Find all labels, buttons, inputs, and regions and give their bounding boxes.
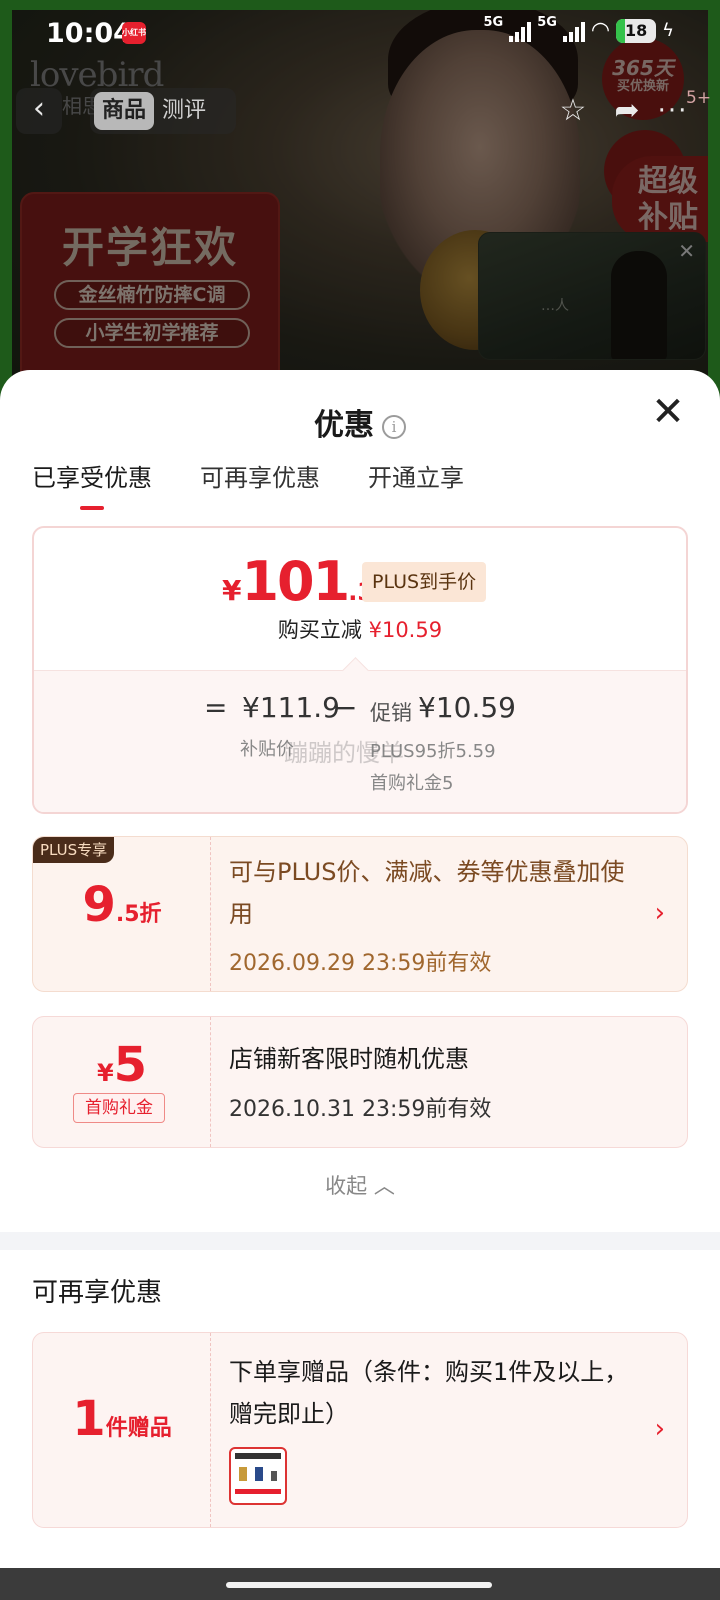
coupon-amount-value: 5	[113, 1037, 148, 1093]
discount-rate: 9.5折	[33, 877, 211, 933]
coupon-value-area: PLUS专享 9.5折	[33, 837, 211, 991]
promotion-value: ¥10.59	[418, 691, 516, 724]
home-indicator[interactable]	[226, 1582, 492, 1588]
price-calculation: = ¥111.9 补贴价 − 促销 ¥10.59 PLUS95折5.59 首购礼…	[34, 670, 686, 812]
network-type-2: 5G	[537, 15, 557, 30]
price-breakdown-card: ¥101.31 PLUS到手价 购买立减 ¥10.59 = ¥111.9 补贴价…	[32, 526, 688, 814]
plus-exclusive-badge: PLUS专享	[33, 837, 115, 863]
plus-price-tag: PLUS到手价	[362, 562, 487, 602]
message-count-badge: 5+	[686, 88, 712, 108]
coupon-description: 店铺新客限时随机优惠	[229, 1045, 469, 1073]
share-icon[interactable]: ➦	[606, 90, 648, 132]
first-purchase-gift-tag: 首购礼金	[73, 1093, 165, 1123]
charging-icon: ϟ	[662, 20, 674, 41]
signal-icon-2	[562, 20, 585, 42]
discount-bottom-sheet: 优惠 i ✕ 已享受优惠 可再享优惠 开通立享 ¥101.31 PLUS到手价 购…	[0, 370, 720, 1600]
gift-thumbnail[interactable]	[229, 1447, 287, 1505]
more-discounts-heading: 可再享优惠	[32, 1278, 163, 1308]
back-button[interactable]: ‹	[16, 88, 62, 134]
coupon-expiry: 2026.09.29 23:59前有效	[229, 951, 492, 976]
chevron-right-icon: ›	[654, 898, 665, 928]
coupon-amount: ¥5	[33, 1037, 211, 1093]
watermark: 蹦蹦的慢羊	[284, 739, 404, 767]
favorite-star-icon[interactable]: ☆	[552, 90, 594, 132]
tab-activate-discounts[interactable]: 开通立享	[368, 462, 464, 512]
wifi-icon: ◠	[590, 18, 611, 43]
product-nav-tabs: 商品 测评	[90, 88, 236, 134]
reduction-value: ¥10.59	[368, 618, 443, 642]
status-time: 10:04	[46, 18, 132, 49]
close-icon[interactable]: ✕	[648, 392, 688, 432]
sheet-title-text: 优惠	[314, 408, 374, 443]
tab-product[interactable]: 商品	[94, 92, 155, 130]
tab-more-discounts[interactable]: 可再享优惠	[200, 462, 320, 512]
coupon-yen: ¥	[96, 1059, 114, 1087]
coupon-expiry: 2026.10.31 23:59前有效	[229, 1097, 492, 1122]
final-price-yen: ¥	[222, 574, 242, 607]
reduction-label: 购买立减	[277, 618, 362, 642]
section-divider	[0, 1232, 720, 1250]
sheet-title: 优惠 i	[0, 400, 720, 444]
discount-small: .5折	[115, 902, 162, 927]
status-bar: 10:04 小红书 5G 5G ◠ 18 ϟ	[0, 0, 720, 66]
subsidy-price: ¥111.9	[242, 691, 340, 724]
battery-icon: 18	[616, 18, 657, 43]
minus-sign: −	[334, 691, 358, 724]
battery-level: 18	[624, 20, 648, 40]
network-type-1: 5G	[483, 15, 504, 30]
promotion-first-gift: 首购礼金5	[370, 773, 454, 794]
gift-count-big: 1	[72, 1391, 106, 1447]
new-customer-coupon[interactable]: ¥5 首购礼金 店铺新客限时随机优惠 2026.10.31 23:59前有效	[32, 1016, 688, 1148]
chevron-left-icon: ‹	[33, 91, 45, 126]
plus-discount-coupon[interactable]: PLUS专享 9.5折 可与PLUS价、满减、券等优惠叠加使用 2026.09.…	[32, 836, 688, 992]
collapse-button[interactable]: 收起 ︿	[0, 1170, 720, 1200]
info-icon[interactable]: i	[382, 414, 406, 439]
discount-tabs: 已享受优惠 可再享优惠 开通立享	[32, 462, 464, 512]
coupon-description: 可与PLUS价、满减、券等优惠叠加使用	[229, 858, 625, 928]
coupon-value-area: ¥5 首购礼金	[33, 1017, 211, 1147]
tab-enjoyed-discounts[interactable]: 已享受优惠	[32, 462, 152, 512]
coupon-description: 下单享赠品（条件：购买1件及以上，赠完即止）	[229, 1358, 629, 1428]
final-price-area: ¥101.31 PLUS到手价 购买立减 ¥10.59	[34, 528, 686, 670]
xiaohongshu-app-icon: 小红书	[122, 22, 146, 44]
chevron-right-icon: ›	[654, 1414, 665, 1444]
final-price-integer: 101	[241, 550, 350, 613]
discount-big: 9	[82, 877, 116, 933]
gift-count-unit: 件赠品	[105, 1416, 172, 1441]
tab-review[interactable]: 测评	[154, 92, 214, 130]
promotion-label: 促销	[370, 701, 412, 725]
equals-sign: =	[204, 691, 228, 724]
status-indicators: 5G 5G ◠ 18 ϟ	[483, 15, 674, 43]
coupon-value-area: 1件赠品	[33, 1333, 211, 1527]
gift-count: 1件赠品	[33, 1391, 211, 1447]
instant-reduction: 购买立减 ¥10.59	[34, 614, 686, 644]
signal-icon	[509, 20, 532, 42]
gift-coupon[interactable]: 1件赠品 下单享赠品（条件：购买1件及以上，赠完即止） ›	[32, 1332, 688, 1528]
